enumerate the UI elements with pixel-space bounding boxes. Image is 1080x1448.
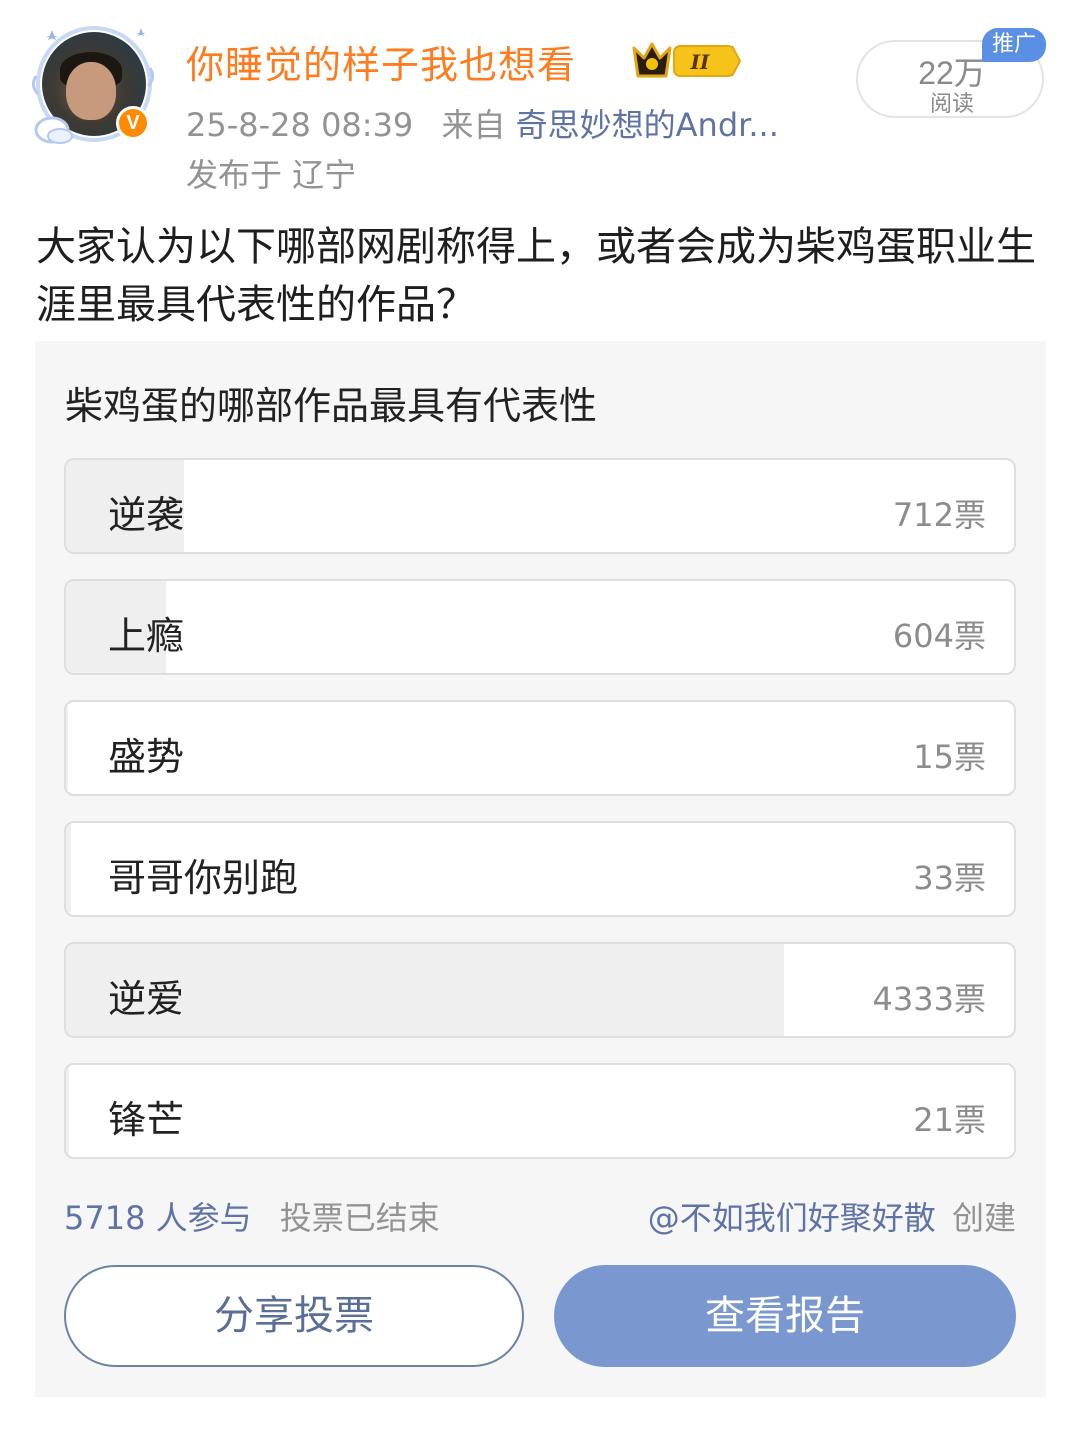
poll-option[interactable]: 盛势 15票 — [64, 700, 1016, 796]
verified-badge-icon: V — [116, 106, 150, 140]
poll-option[interactable]: 哥哥你别跑 33票 — [64, 821, 1016, 917]
poll-footer-stats: 5718 人参与 投票已结束 — [64, 1193, 440, 1239]
poll-option-label: 哥哥你别跑 — [108, 856, 299, 900]
post-timestamp: 25-8-28 08:39 — [186, 106, 414, 144]
poll-option-label: 逆爱 — [108, 977, 185, 1021]
poll-status: 投票已结束 — [279, 1199, 440, 1237]
poll-option-result-bar — [66, 823, 72, 915]
author-avatar[interactable]: V — [30, 18, 158, 148]
poll-participants[interactable]: 5718 人参与 — [64, 1199, 252, 1237]
poll-option-label: 盛势 — [108, 735, 185, 779]
promoted-tag: 推广 — [982, 28, 1046, 62]
poll-option-votes: 712票 — [892, 496, 986, 534]
poll-option[interactable]: 上瘾 604票 — [64, 579, 1016, 675]
poll-title: 柴鸡蛋的哪部作品最具有代表性 — [65, 384, 598, 428]
poll-option[interactable]: 逆爱 4333票 — [64, 942, 1016, 1038]
view-report-button[interactable]: 查看报告 — [554, 1265, 1016, 1367]
post-location: 发布于 辽宁 — [186, 156, 357, 194]
member-level-badge-icon[interactable]: II — [630, 38, 742, 82]
poll-option-result-bar — [66, 702, 69, 794]
poll-option-votes: 33票 — [913, 859, 986, 897]
post-meta: 25-8-28 08:39 来自 奇思妙想的Andr... — [186, 100, 779, 146]
poll-option-votes: 604票 — [892, 617, 986, 655]
level-badge-text: II — [690, 50, 710, 74]
poll-option-votes: 21票 — [913, 1101, 986, 1139]
avatar-face — [66, 62, 116, 120]
poll-option-votes: 15票 — [913, 738, 986, 776]
poll-creator-info: @不如我们好聚好散 创建 — [648, 1193, 1016, 1239]
poll-option-label: 逆袭 — [108, 493, 185, 537]
poll-option[interactable]: 锋芒 21票 — [64, 1063, 1016, 1159]
source-app-link[interactable]: 奇思妙想的Andr... — [516, 106, 779, 144]
read-count-label: 阅读 — [929, 92, 974, 117]
share-poll-button[interactable]: 分享投票 — [64, 1265, 524, 1367]
poll-option-votes: 4333票 — [872, 980, 986, 1018]
source-prefix: 来自 — [441, 106, 506, 144]
poll-card: 柴鸡蛋的哪部作品最具有代表性 逆袭 712票 上瘾 604票 盛势 15票 哥哥… — [35, 341, 1046, 1397]
poll-option-label: 锋芒 — [108, 1098, 185, 1142]
poll-creator-link[interactable]: @不如我们好聚好散 — [648, 1199, 936, 1237]
poll-option[interactable]: 逆袭 712票 — [64, 458, 1016, 554]
poll-created-label: 创建 — [951, 1199, 1016, 1237]
poll-option-result-bar — [66, 1065, 70, 1157]
author-name[interactable]: 你睡觉的样子我也想看 — [186, 34, 576, 89]
post-body-text: 大家认为以下哪部网剧称得上，或者会成为柴鸡蛋职业生涯里最具代表性的作品？ — [36, 224, 1036, 328]
poll-option-label: 上瘾 — [108, 614, 185, 658]
